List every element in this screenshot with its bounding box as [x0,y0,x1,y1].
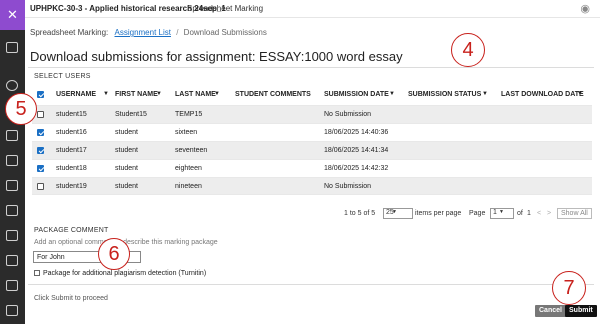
col-last-download[interactable]: LAST DOWNLOAD DATE [501,91,584,98]
cell-submission-date: 18/06/2025 14:42:32 [324,165,389,172]
tools-icon[interactable] [6,230,18,241]
col-last-name[interactable]: LAST NAME [175,91,216,98]
edit-icon[interactable] [6,255,18,266]
cell-last-name: sixteen [175,129,198,136]
sort-download-icon[interactable]: ▼ [577,91,583,97]
cell-first-name: student [115,129,138,136]
pagination-range: 1 to 5 of 5 [344,210,376,217]
messages-icon[interactable] [6,180,18,191]
institution-icon[interactable] [6,42,18,53]
row-checkbox[interactable] [37,183,44,190]
page-select[interactable]: 1 ▼ [490,208,514,219]
cell-username: student16 [56,129,87,136]
sort-username-icon[interactable]: ▼ [103,91,109,97]
turnitin-label: Package for additional plagiarism detect… [43,270,207,277]
table-row[interactable]: student17 student seventeen 18/06/2025 1… [32,141,592,159]
calendar-icon[interactable] [6,155,18,166]
select-all-checkbox[interactable] [37,91,44,98]
sort-last-icon[interactable]: ▼ [214,91,220,97]
cell-last-name: TEMP15 [175,111,203,118]
breadcrumb-assignment-list-link[interactable]: Assignment List [115,28,171,37]
callout-marker: 4 [451,33,485,67]
cell-username: student15 [56,111,87,118]
table-row[interactable]: student18 student eighteen 18/06/2025 14… [32,159,592,177]
total-pages: 1 [527,210,531,217]
cell-last-name: seventeen [175,147,208,154]
left-nav-rail: ✕ [0,0,25,324]
submit-button[interactable]: Submit [565,305,597,317]
table-row[interactable]: student15 Student15 TEMP15 No Submission [32,105,592,123]
breadcrumb-current: Download Submissions [183,28,267,37]
callout-marker: 7 [552,271,586,305]
show-all-button[interactable]: Show All [557,208,592,219]
cell-first-name: student [115,183,138,190]
signout-icon[interactable] [6,305,18,316]
profile-icon[interactable] [6,80,18,91]
sort-date-icon[interactable]: ▼ [389,91,395,97]
col-submission-status[interactable]: SUBMISSION STATUS [408,91,481,98]
turnitin-option[interactable]: Package for additional plagiarism detect… [34,270,206,277]
next-page-button[interactable]: > [547,210,551,217]
help-icon[interactable] [6,280,18,291]
per-page-select[interactable]: 25 ▼ [383,208,413,219]
courses-icon[interactable] [6,130,18,141]
breadcrumb-root: Spreadsheet Marking: [30,28,109,37]
page-label: Page [469,210,486,217]
table-row[interactable]: student16 student sixteen 18/06/2025 14:… [32,123,592,141]
of-label: of [517,210,523,217]
cell-first-name: student [115,147,138,154]
table-header: USERNAME ▼ FIRST NAME ▼ LAST NAME ▼ STUD… [32,86,592,103]
divider [28,67,594,68]
sort-first-icon[interactable]: ▼ [156,91,162,97]
submit-hint: Click Submit to proceed [34,295,108,302]
page-title: Download submissions for assignment: ESS… [30,49,403,64]
tool-tab[interactable]: Spreadsheet Marking [187,4,263,13]
callout-marker: 6 [98,238,130,270]
cell-submission-date: 18/06/2025 14:40:36 [324,129,389,136]
row-checkbox[interactable] [37,165,44,172]
cancel-button[interactable]: Cancel [535,305,566,317]
package-comment-title: PACKAGE COMMENT [34,227,109,234]
breadcrumb-separator: / [176,28,179,37]
cell-submission-date: No Submission [324,111,372,118]
cell-submission-date: 18/06/2025 14:41:34 [324,147,389,154]
divider [28,284,594,285]
cell-last-name: nineteen [175,183,202,190]
row-checkbox[interactable] [37,129,44,136]
cell-first-name: Student15 [115,111,147,118]
sort-status-icon[interactable]: ▼ [482,91,488,97]
col-student-comments[interactable]: STUDENT COMMENTS [235,91,311,98]
turnitin-checkbox[interactable] [34,270,40,276]
grades-icon[interactable] [6,205,18,216]
chevron-down-icon: ▼ [499,209,504,215]
eye-icon[interactable]: ◉ [580,2,590,15]
row-checkbox[interactable] [37,147,44,154]
top-bar: UPHPKC-30-3 - Applied historical researc… [25,0,600,18]
prev-page-button[interactable]: < [537,210,541,217]
callout-marker: 5 [5,93,37,125]
chevron-down-icon: ▼ [392,209,397,215]
close-icon[interactable]: ✕ [0,0,25,30]
breadcrumb: Spreadsheet Marking: Assignment List / D… [30,28,267,37]
items-per-page-label: items per page [415,210,462,217]
cell-username: student19 [56,183,87,190]
col-submission-date[interactable]: SUBMISSION DATE [324,91,389,98]
cell-first-name: student [115,165,138,172]
cell-username: student17 [56,147,87,154]
col-first-name[interactable]: FIRST NAME [115,91,158,98]
row-checkbox[interactable] [37,111,44,118]
cell-username: student18 [56,165,87,172]
cell-last-name: eighteen [175,165,202,172]
page-value: 1 [493,209,497,216]
col-username[interactable]: USERNAME [56,91,96,98]
select-users-label: SELECT USERS [34,73,91,80]
cell-submission-date: No Submission [324,183,372,190]
table-row[interactable]: student19 student nineteen No Submission [32,177,592,195]
